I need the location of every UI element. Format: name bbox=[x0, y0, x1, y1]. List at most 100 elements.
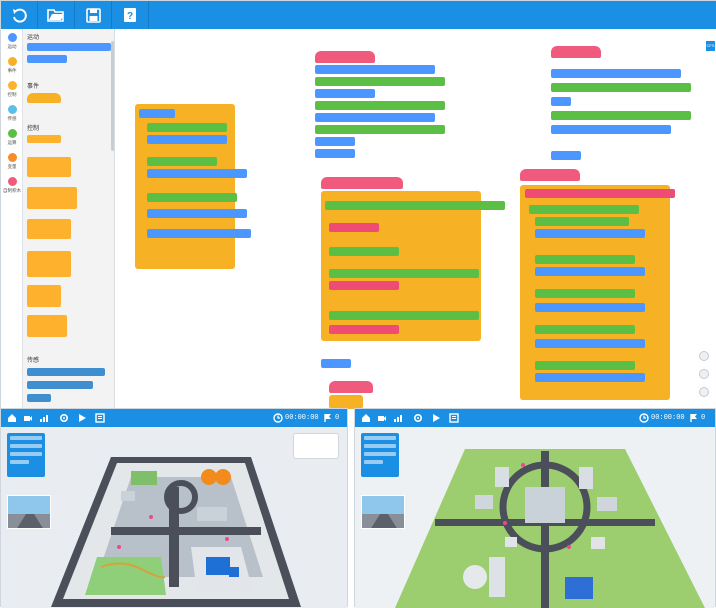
palette-block[interactable] bbox=[27, 251, 71, 277]
block[interactable] bbox=[315, 65, 435, 74]
script-canvas[interactable] bbox=[115, 29, 716, 409]
block[interactable] bbox=[535, 361, 635, 370]
block[interactable] bbox=[147, 193, 237, 202]
block[interactable] bbox=[325, 201, 505, 210]
custom-define-block[interactable] bbox=[315, 51, 375, 63]
camera-icon[interactable] bbox=[23, 413, 33, 423]
block[interactable] bbox=[147, 123, 227, 132]
palette-block[interactable] bbox=[27, 381, 93, 389]
palette-block[interactable] bbox=[27, 368, 105, 376]
block[interactable] bbox=[147, 229, 251, 238]
block[interactable] bbox=[329, 325, 399, 334]
play-icon[interactable] bbox=[431, 413, 441, 423]
palette-block[interactable] bbox=[27, 315, 67, 337]
block[interactable] bbox=[321, 359, 351, 368]
play-icon[interactable] bbox=[77, 413, 87, 423]
zoom-out-button[interactable] bbox=[699, 369, 709, 379]
block[interactable] bbox=[535, 339, 645, 348]
palette-block[interactable] bbox=[27, 219, 71, 239]
block[interactable] bbox=[329, 223, 379, 232]
category-custom[interactable]: 自制积木 bbox=[3, 177, 21, 193]
palette-block[interactable] bbox=[27, 43, 111, 51]
category-event[interactable]: 事件 bbox=[3, 57, 21, 73]
palette-block[interactable] bbox=[27, 157, 71, 177]
block[interactable] bbox=[535, 217, 629, 226]
signal-icon[interactable] bbox=[39, 413, 49, 423]
palette-block[interactable] bbox=[27, 187, 77, 209]
block[interactable] bbox=[529, 205, 639, 214]
block[interactable] bbox=[315, 149, 355, 158]
block[interactable] bbox=[535, 303, 645, 312]
code-panel-icon[interactable] bbox=[95, 413, 105, 423]
block-palette: 运动 事件 控制 传感 bbox=[23, 29, 115, 409]
open-folder-icon bbox=[47, 9, 64, 22]
signal-icon[interactable] bbox=[393, 413, 403, 423]
camera-icon[interactable] bbox=[377, 413, 387, 423]
block[interactable] bbox=[329, 281, 399, 290]
category-variables[interactable]: 变量 bbox=[3, 153, 21, 169]
code-panel-icon[interactable] bbox=[449, 413, 459, 423]
palette-block[interactable] bbox=[27, 285, 61, 307]
block[interactable] bbox=[139, 109, 175, 118]
simulator-scene[interactable] bbox=[355, 427, 715, 608]
side-tab[interactable]: CFS bbox=[706, 41, 715, 51]
block[interactable] bbox=[315, 89, 375, 98]
open-file-button[interactable] bbox=[38, 1, 75, 29]
undo-button[interactable] bbox=[1, 1, 38, 29]
category-operators[interactable]: 运算 bbox=[3, 129, 21, 145]
palette-block[interactable] bbox=[27, 394, 51, 402]
block[interactable] bbox=[315, 77, 445, 86]
custom-define-block[interactable] bbox=[551, 46, 601, 58]
simulator-left: 00:00:00 0 bbox=[0, 408, 348, 608]
block[interactable] bbox=[551, 69, 681, 78]
block[interactable] bbox=[535, 229, 645, 238]
settings-icon[interactable] bbox=[413, 413, 423, 423]
settings-icon[interactable] bbox=[59, 413, 69, 423]
block[interactable] bbox=[525, 189, 675, 198]
custom-define-block[interactable] bbox=[321, 177, 403, 189]
block[interactable] bbox=[551, 83, 691, 92]
city-map-3d[interactable] bbox=[355, 427, 715, 608]
save-button[interactable] bbox=[75, 1, 112, 29]
block[interactable] bbox=[329, 247, 399, 256]
timer-readout: 00:00:00 bbox=[651, 414, 685, 422]
block[interactable] bbox=[315, 125, 445, 134]
palette-scrollbar[interactable] bbox=[111, 41, 114, 151]
custom-define-block[interactable] bbox=[329, 381, 373, 393]
home-icon[interactable] bbox=[361, 413, 371, 423]
block[interactable] bbox=[535, 289, 635, 298]
block[interactable] bbox=[147, 169, 247, 178]
help-icon: ? bbox=[124, 8, 136, 22]
block[interactable] bbox=[535, 255, 635, 264]
block[interactable] bbox=[551, 151, 581, 160]
block[interactable] bbox=[329, 269, 479, 278]
block[interactable] bbox=[329, 311, 479, 320]
block[interactable] bbox=[535, 373, 645, 382]
palette-block[interactable] bbox=[27, 55, 67, 63]
block[interactable] bbox=[147, 209, 247, 218]
category-motion[interactable]: 运动 bbox=[3, 33, 21, 49]
settings-popup[interactable] bbox=[293, 433, 339, 459]
block[interactable] bbox=[315, 101, 445, 110]
block[interactable] bbox=[315, 137, 355, 146]
palette-block[interactable] bbox=[27, 135, 61, 143]
category-sensing[interactable]: 传感 bbox=[3, 105, 21, 121]
block[interactable] bbox=[535, 267, 645, 276]
home-icon[interactable] bbox=[7, 413, 17, 423]
zoom-reset-button[interactable] bbox=[699, 387, 709, 397]
palette-block[interactable] bbox=[27, 93, 61, 103]
category-control[interactable]: 控制 bbox=[3, 81, 21, 97]
simulator-scene[interactable] bbox=[1, 427, 347, 608]
custom-define-block[interactable] bbox=[520, 169, 580, 181]
block[interactable] bbox=[535, 325, 635, 334]
block[interactable] bbox=[551, 125, 671, 134]
block[interactable] bbox=[551, 111, 691, 120]
block[interactable] bbox=[551, 97, 571, 106]
zoom-in-button[interactable] bbox=[699, 351, 709, 361]
block[interactable] bbox=[315, 113, 435, 122]
block[interactable] bbox=[147, 135, 227, 144]
block[interactable] bbox=[147, 157, 217, 166]
block[interactable] bbox=[329, 395, 363, 409]
help-button[interactable]: ? bbox=[112, 1, 149, 29]
undo-icon bbox=[13, 8, 27, 23]
